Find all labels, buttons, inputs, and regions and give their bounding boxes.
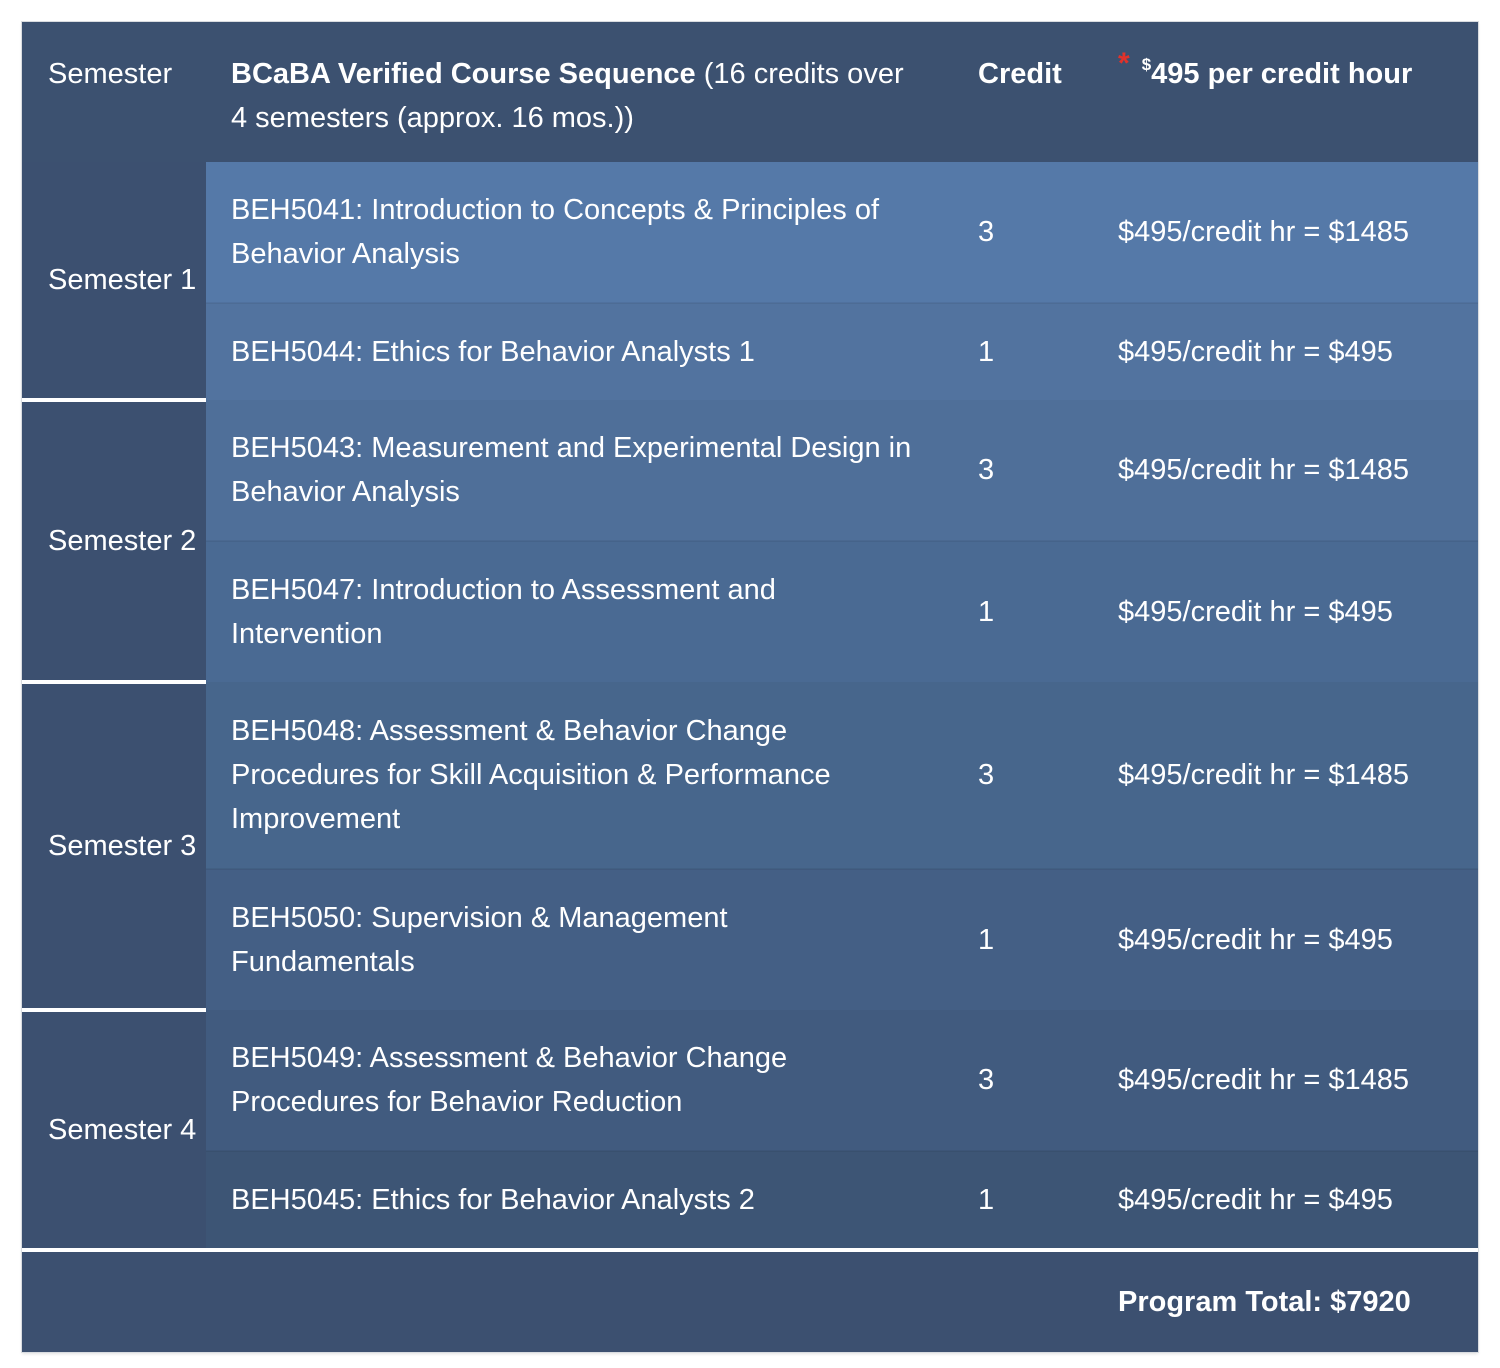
table-row: BEH5050: Supervision & Management Fundam… bbox=[22, 868, 1478, 1010]
table-row: Semester 3 BEH5048: Assessment & Behavior… bbox=[22, 680, 1478, 1010]
header-cost: * $495 per credit hour bbox=[1078, 22, 1478, 162]
course-cost: $495/credit hr = $1485 bbox=[1078, 162, 1478, 303]
course-cost: $495/credit hr = $1485 bbox=[1078, 1010, 1478, 1151]
course-credit: 1 bbox=[938, 1150, 1078, 1250]
course-credit: 1 bbox=[938, 868, 1078, 1010]
course-name: BEH5045: Ethics for Behavior Analysts 2 bbox=[206, 1150, 938, 1250]
course-cost: $495/credit hr = $1485 bbox=[1078, 682, 1478, 869]
table-row: Semester 2 BEH5043: Measurement and Exper… bbox=[22, 398, 1478, 682]
course-name: BEH5049: Assessment & Behavior Change Pr… bbox=[206, 1010, 938, 1151]
course-cost: $495/credit hr = $495 bbox=[1078, 540, 1478, 682]
program-total: Program Total: $7920 bbox=[1078, 1248, 1478, 1352]
course-name: BEH5047: Introduction to Assessment and … bbox=[206, 540, 938, 682]
course-sequence-table-container: Semester BCaBA Verified Course Sequence … bbox=[22, 22, 1478, 1352]
course-cost: $495/credit hr = $495 bbox=[1078, 868, 1478, 1010]
total-row: Program Total: $7920 bbox=[22, 1248, 1478, 1352]
header-row: Semester BCaBA Verified Course Sequence … bbox=[22, 22, 1478, 162]
table-row: BEH5045: Ethics for Behavior Analysts 21… bbox=[22, 1150, 1478, 1250]
header-cost-rate: 495 per credit hour bbox=[1151, 58, 1413, 90]
table-body: Semester 1 BEH5041: Introduction to Conce… bbox=[22, 162, 1478, 1250]
course-cost: $495/credit hr = $1485 bbox=[1078, 400, 1478, 541]
table-row: Semester 4 BEH5049: Assessment & Behavior… bbox=[22, 1008, 1478, 1250]
header-semester: Semester bbox=[22, 22, 206, 162]
table-row: Semester 1 BEH5041: Introduction to Conce… bbox=[22, 162, 1478, 400]
semester-label: Semester 4 bbox=[22, 1008, 206, 1250]
header-course-sequence: BCaBA Verified Course Sequence (16 credi… bbox=[206, 22, 938, 162]
semester-label: Semester 1 bbox=[22, 162, 206, 400]
course-credit: 3 bbox=[938, 162, 1078, 303]
course-credit: 3 bbox=[938, 1010, 1078, 1151]
course-sequence-table: Semester BCaBA Verified Course Sequence … bbox=[22, 22, 1478, 1352]
header-cost-currency: $ bbox=[1141, 55, 1152, 74]
course-name: BEH5048: Assessment & Behavior Change Pr… bbox=[206, 682, 938, 869]
table-row: BEH5047: Introduction to Assessment and … bbox=[22, 540, 1478, 682]
total-empty-cell bbox=[938, 1248, 1078, 1352]
course-credit: 1 bbox=[938, 302, 1078, 400]
course-name: BEH5043: Measurement and Experimental De… bbox=[206, 400, 938, 541]
total-empty-cell bbox=[22, 1248, 206, 1352]
table-row: BEH5044: Ethics for Behavior Analysts 11… bbox=[22, 302, 1478, 400]
course-credit: 3 bbox=[938, 400, 1078, 541]
total-empty-cell bbox=[206, 1248, 938, 1352]
course-name: BEH5041: Introduction to Concepts & Prin… bbox=[206, 162, 938, 303]
course-name: BEH5050: Supervision & Management Fundam… bbox=[206, 868, 938, 1010]
semester-label: Semester 2 bbox=[22, 398, 206, 682]
course-cost: $495/credit hr = $495 bbox=[1078, 302, 1478, 400]
course-cost: $495/credit hr = $495 bbox=[1078, 1150, 1478, 1250]
asterisk-icon: * bbox=[1118, 47, 1130, 80]
header-credit: Credit bbox=[938, 22, 1078, 162]
semester-label: Semester 3 bbox=[22, 680, 206, 1010]
course-name: BEH5044: Ethics for Behavior Analysts 1 bbox=[206, 302, 938, 400]
course-credit: 3 bbox=[938, 682, 1078, 869]
header-course-title: BCaBA Verified Course Sequence bbox=[231, 58, 696, 90]
course-credit: 1 bbox=[938, 540, 1078, 682]
